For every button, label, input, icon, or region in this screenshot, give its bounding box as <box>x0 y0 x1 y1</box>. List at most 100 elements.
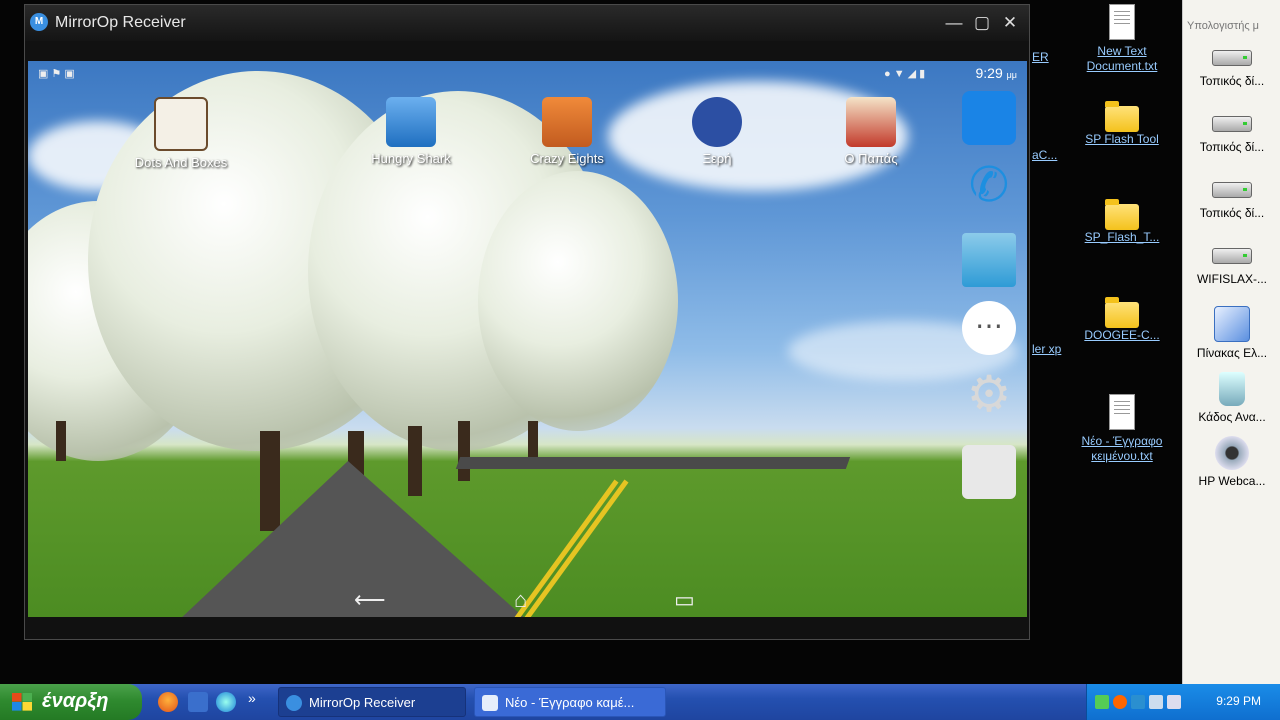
drive-label: WIFISLAX-... <box>1196 272 1267 286</box>
desktop-icon[interactable]: SP_Flash_T... <box>1072 199 1172 245</box>
folder-icon <box>1105 297 1139 328</box>
desktop-icon-label: DOOGEE-C... <box>1084 328 1160 342</box>
app-label: Ξερή <box>702 151 732 166</box>
tray-app-icon[interactable] <box>1131 695 1145 709</box>
desktop-icon[interactable]: Νέο - Έγγραφο κειμένου.txt <box>1072 394 1172 464</box>
webcam-icon <box>1215 436 1249 470</box>
notepad-icon <box>482 695 498 711</box>
desktop-icon[interactable]: SP Flash Tool <box>1072 101 1172 147</box>
app-label: Ο Παπάς <box>844 151 898 166</box>
control-panel-item[interactable]: Πίνακας Ελ... <box>1183 306 1280 360</box>
mirrorop-window: M MirrorOp Receiver — ▢ ✕ ▣ ⚑ ▣ ● ▼ ◢ ▮ … <box>24 4 1030 640</box>
drive-item[interactable]: Τοπικός δί... <box>1183 50 1280 88</box>
drive-item[interactable]: Τοπικός δί... <box>1183 182 1280 220</box>
taskbar-item-notepad[interactable]: Νέο - Έγγραφο καμέ... <box>474 687 666 717</box>
panel-title: Υπολογιστής μ <box>1187 20 1260 32</box>
desktop-icon[interactable]: New Text Document.txt <box>1072 4 1172 74</box>
minimize-icon[interactable]: — <box>941 11 967 35</box>
crazy-eights-icon <box>542 97 592 147</box>
partial-desktop-label[interactable]: aC... <box>1032 148 1057 162</box>
folder-icon <box>1105 101 1139 132</box>
road-line <box>524 479 629 617</box>
android-screen[interactable]: ▣ ⚑ ▣ ● ▼ ◢ ▮ 9:29 μμ Dots And Boxes Hun… <box>28 61 1027 617</box>
firefox-icon[interactable] <box>158 692 178 712</box>
window-titlebar[interactable]: M MirrorOp Receiver — ▢ ✕ <box>25 5 1029 41</box>
kseri-icon <box>692 97 742 147</box>
tray-app-icon[interactable] <box>1113 695 1127 709</box>
road <box>178 461 528 617</box>
app-drawer-icon[interactable]: ⋯ <box>962 301 1016 355</box>
explorer-panel: Υπολογιστής μ Τοπικός δί... Τοπικός δί..… <box>1182 0 1280 684</box>
home-icon[interactable]: ⌂ <box>514 587 527 613</box>
mirrorop-logo-icon: M <box>30 13 48 31</box>
folder-icon <box>1105 199 1139 230</box>
task-label: MirrorOp Receiver <box>309 695 416 710</box>
usb-drive-icon <box>1212 248 1252 264</box>
back-icon[interactable]: ⟵ <box>354 587 386 613</box>
start-button[interactable]: έναρξη <box>0 684 142 720</box>
volume-icon[interactable] <box>1167 695 1181 709</box>
start-label: έναρξη <box>42 690 109 712</box>
system-tray: 9:29 PM <box>1086 684 1280 720</box>
phone-icon[interactable]: ✆ <box>962 159 1016 213</box>
text-file-icon <box>1109 4 1135 40</box>
tree <box>478 171 678 431</box>
drive-label: Πίνακας Ελ... <box>1196 346 1268 360</box>
mirrorop-icon <box>286 695 302 711</box>
quick-launch-overflow[interactable]: » <box>248 690 256 706</box>
partial-desktop-label[interactable]: ER <box>1032 50 1049 64</box>
drive-label: Τοπικός δί... <box>1199 140 1265 154</box>
drive-label: HP Webca... <box>1198 474 1266 488</box>
partial-desktop-label[interactable]: ler xp <box>1032 342 1061 356</box>
tray-app-icon[interactable] <box>1149 695 1163 709</box>
maxthon-icon[interactable] <box>962 91 1016 145</box>
hungry-shark-icon <box>386 97 436 147</box>
recycle-bin-item[interactable]: Κάδος Ανα... <box>1183 372 1280 424</box>
taskbar: έναρξη » MirrorOp Receiver Νέο - Έγγραφο… <box>0 684 1280 720</box>
hard-drive-icon <box>1212 182 1252 198</box>
drive-item[interactable]: Τοπικός δί... <box>1183 116 1280 154</box>
recents-icon[interactable]: ▭ <box>674 587 695 613</box>
taskbar-clock: 9:29 PM <box>1216 694 1261 708</box>
drive-item[interactable]: WIFISLAX-... <box>1183 248 1280 286</box>
status-icons: ● ▼ ◢ ▮ <box>884 68 926 80</box>
dots-and-boxes-icon <box>154 97 208 151</box>
road-line <box>514 479 619 617</box>
desktop-icon-label: SP_Flash_T... <box>1084 230 1160 244</box>
contacts-icon[interactable] <box>962 233 1016 287</box>
settings-icon[interactable]: ⚙ <box>962 367 1016 421</box>
app-label: Hungry Shark <box>371 151 451 166</box>
maximize-icon[interactable]: ▢ <box>969 11 995 35</box>
app-hungry-shark[interactable]: Hungry Shark <box>356 97 466 166</box>
notification-icons: ▣ ⚑ ▣ <box>38 68 75 80</box>
drive-label: Τοπικός δί... <box>1199 206 1265 220</box>
app-dots-and-boxes[interactable]: Dots And Boxes <box>126 97 236 170</box>
app-o-papas[interactable]: Ο Παπάς <box>816 97 926 166</box>
tree-trunk <box>56 421 66 461</box>
app-kseri[interactable]: Ξερή <box>662 97 772 166</box>
internet-explorer-icon[interactable] <box>216 692 236 712</box>
app-label: Crazy Eights <box>530 151 604 166</box>
desktop-icon-label: New Text Document.txt <box>1086 44 1158 73</box>
hard-drive-icon <box>1212 116 1252 132</box>
camera-icon[interactable] <box>962 445 1016 499</box>
taskbar-item-mirrorop[interactable]: MirrorOp Receiver <box>278 687 466 717</box>
webcam-item[interactable]: HP Webca... <box>1183 436 1280 488</box>
drive-label: Τοπικός δί... <box>1199 74 1265 88</box>
network-icon[interactable] <box>1095 695 1109 709</box>
android-clock: 9:29 μμ <box>975 65 1017 81</box>
desktop-icon-label: SP Flash Tool <box>1085 132 1159 146</box>
app-label: Dots And Boxes <box>134 155 228 170</box>
desktop-icon[interactable]: DOOGEE-C... <box>1072 297 1172 343</box>
window-title: MirrorOp Receiver <box>55 14 186 31</box>
app-crazy-eights[interactable]: Crazy Eights <box>512 97 622 166</box>
drive-label: Κάδος Ανα... <box>1198 410 1266 424</box>
control-panel-icon <box>1214 306 1250 342</box>
close-icon[interactable]: ✕ <box>997 11 1023 35</box>
media-icon[interactable] <box>188 692 208 712</box>
recycle-bin-icon <box>1219 372 1245 406</box>
o-papas-icon <box>846 97 896 147</box>
task-label: Νέο - Έγγραφο καμέ... <box>505 695 635 710</box>
hard-drive-icon <box>1212 50 1252 66</box>
windows-logo-icon <box>12 693 32 711</box>
